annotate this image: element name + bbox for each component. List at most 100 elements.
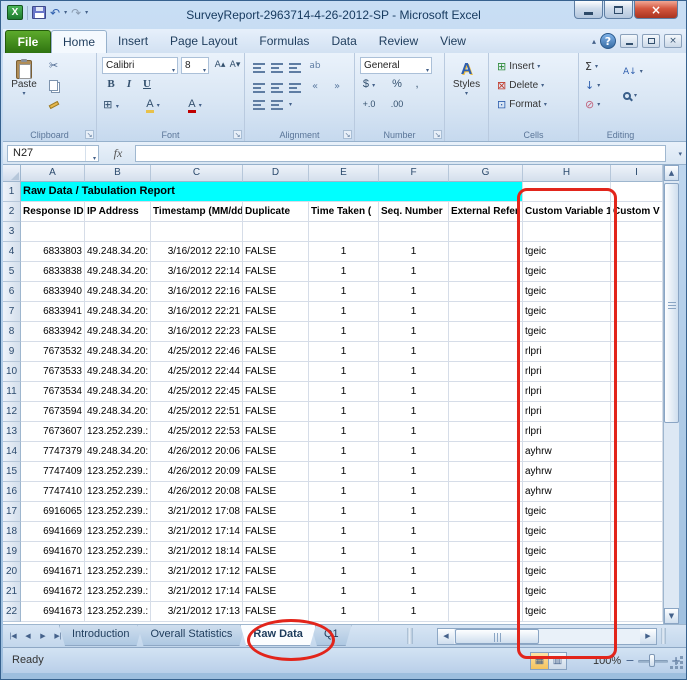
cell-B22[interactable]: 123.252.239.:	[85, 602, 151, 622]
column-header-E[interactable]: E	[309, 165, 379, 182]
cell-C2[interactable]: Timestamp (MM/dd	[151, 202, 243, 222]
cell-E17[interactable]: 1	[309, 502, 379, 522]
cell-G4[interactable]	[449, 242, 523, 262]
cell-H15[interactable]: ayhrw	[523, 462, 611, 482]
qat-customize-icon[interactable]: ▾	[85, 9, 88, 16]
cell-D8[interactable]: FALSE	[243, 322, 309, 342]
row-header-3[interactable]: 3	[3, 222, 21, 242]
cell-D17[interactable]: FALSE	[243, 502, 309, 522]
cell-F12[interactable]: 1	[379, 402, 449, 422]
font-size-select[interactable]: 8▾	[181, 57, 209, 74]
undo-icon[interactable]: ↶	[50, 6, 60, 20]
ribbon-tab-view[interactable]: View	[429, 30, 477, 53]
copy-button[interactable]	[49, 77, 59, 93]
cell-C11[interactable]: 4/25/2012 22:45	[151, 382, 243, 402]
ribbon-tab-review[interactable]: Review	[368, 30, 429, 53]
cell-E16[interactable]: 1	[309, 482, 379, 502]
cell-C22[interactable]: 3/21/2012 17:13	[151, 602, 243, 622]
cell-E3[interactable]	[309, 222, 379, 242]
file-tab[interactable]: File	[5, 30, 51, 53]
workbook-close-button[interactable]: ×	[664, 34, 682, 48]
cell-I11[interactable]	[611, 382, 663, 402]
align-center-icon[interactable]	[271, 82, 283, 93]
formula-input[interactable]	[135, 145, 666, 162]
cell-H22[interactable]: tgeic	[523, 602, 611, 622]
collapse-ribbon-icon[interactable]: ▴	[592, 37, 596, 46]
cell-E6[interactable]: 1	[309, 282, 379, 302]
increase-decimal-icon[interactable]: +.0	[361, 97, 377, 113]
cell-F5[interactable]: 1	[379, 262, 449, 282]
cell-C9[interactable]: 4/25/2012 22:46	[151, 342, 243, 362]
sheet-nav-next-button[interactable]: ▶	[37, 629, 49, 644]
cell-F10[interactable]: 1	[379, 362, 449, 382]
row-header-13[interactable]: 13	[3, 422, 21, 442]
normal-view-button[interactable]: ▦	[530, 652, 549, 670]
ribbon-tab-page-layout[interactable]: Page Layout	[159, 30, 248, 53]
cell-C12[interactable]: 4/25/2012 22:51	[151, 402, 243, 422]
column-header-D[interactable]: D	[243, 165, 309, 182]
name-box[interactable]: N27▾	[7, 145, 99, 162]
align-right-icon[interactable]	[289, 82, 301, 93]
cell-B14[interactable]: 49.248.34.20:	[85, 442, 151, 462]
shrink-font-icon[interactable]: A▾	[227, 58, 243, 74]
cell-F21[interactable]: 1	[379, 582, 449, 602]
cell-B18[interactable]: 123.252.239.:	[85, 522, 151, 542]
cell-D13[interactable]: FALSE	[243, 422, 309, 442]
cell-F18[interactable]: 1	[379, 522, 449, 542]
cell-B20[interactable]: 123.252.239.:	[85, 562, 151, 582]
cell-C14[interactable]: 4/26/2012 20:06	[151, 442, 243, 462]
cell-A11[interactable]: 7673534	[21, 382, 85, 402]
cell-F20[interactable]: 1	[379, 562, 449, 582]
cell-G21[interactable]	[449, 582, 523, 602]
horizontal-scroll-thumb[interactable]	[455, 629, 539, 644]
cell-A4[interactable]: 6833803	[21, 242, 85, 262]
cell-B15[interactable]: 123.252.239.:	[85, 462, 151, 482]
cell-D12[interactable]: FALSE	[243, 402, 309, 422]
column-header-C[interactable]: C	[151, 165, 243, 182]
ribbon-tab-data[interactable]: Data	[320, 30, 367, 53]
cell-C15[interactable]: 4/26/2012 20:09	[151, 462, 243, 482]
cell-D19[interactable]: FALSE	[243, 542, 309, 562]
row-header-7[interactable]: 7	[3, 302, 21, 322]
align-bottom-icon[interactable]	[289, 62, 301, 73]
cell-G14[interactable]	[449, 442, 523, 462]
cell-H8[interactable]: tgeic	[523, 322, 611, 342]
sheet-tab-overall-statistics[interactable]: Overall Statistics	[137, 625, 245, 646]
undo-dropdown-icon[interactable]: ▾	[64, 9, 67, 16]
cell-B21[interactable]: 123.252.239.:	[85, 582, 151, 602]
cell-D21[interactable]: FALSE	[243, 582, 309, 602]
cell-H14[interactable]: ayhrw	[523, 442, 611, 462]
cell-D15[interactable]: FALSE	[243, 462, 309, 482]
cell-G18[interactable]	[449, 522, 523, 542]
cell-B2[interactable]: IP Address	[85, 202, 151, 222]
cell-C20[interactable]: 3/21/2012 17:12	[151, 562, 243, 582]
cell-A18[interactable]: 6941669	[21, 522, 85, 542]
close-button[interactable]: ×	[634, 1, 678, 19]
row-header-5[interactable]: 5	[3, 262, 21, 282]
cell-I9[interactable]	[611, 342, 663, 362]
cell-H5[interactable]: tgeic	[523, 262, 611, 282]
dialog-launcher-icon[interactable]: ↘	[343, 130, 352, 139]
cell-E8[interactable]: 1	[309, 322, 379, 342]
cell-I15[interactable]	[611, 462, 663, 482]
row-header-17[interactable]: 17	[3, 502, 21, 522]
cell-B7[interactable]: 49.248.34.20:	[85, 302, 151, 322]
redo-icon[interactable]: ↷	[71, 6, 81, 20]
cell-C4[interactable]: 3/16/2012 22:10	[151, 242, 243, 262]
sheet-tab-raw-data[interactable]: Raw Data	[240, 625, 316, 646]
cell-A21[interactable]: 6941672	[21, 582, 85, 602]
cell-D14[interactable]: FALSE	[243, 442, 309, 462]
cell-B13[interactable]: 123.252.239.:	[85, 422, 151, 442]
wrap-text-icon[interactable]	[253, 99, 265, 110]
cell-A2[interactable]: Response ID	[21, 202, 85, 222]
workbook-restore-button[interactable]	[642, 34, 660, 48]
sheet-nav-first-button[interactable]: |◀	[7, 629, 19, 644]
expand-formula-bar-icon[interactable]: ▾	[678, 150, 682, 158]
select-all-button[interactable]	[3, 165, 21, 182]
cell-I13[interactable]	[611, 422, 663, 442]
excel-app-icon[interactable]: X	[7, 5, 23, 20]
cell-H13[interactable]: rlpri	[523, 422, 611, 442]
row-header-19[interactable]: 19	[3, 542, 21, 562]
cell-A8[interactable]: 6833942	[21, 322, 85, 342]
grow-font-icon[interactable]: A▴	[212, 58, 228, 74]
